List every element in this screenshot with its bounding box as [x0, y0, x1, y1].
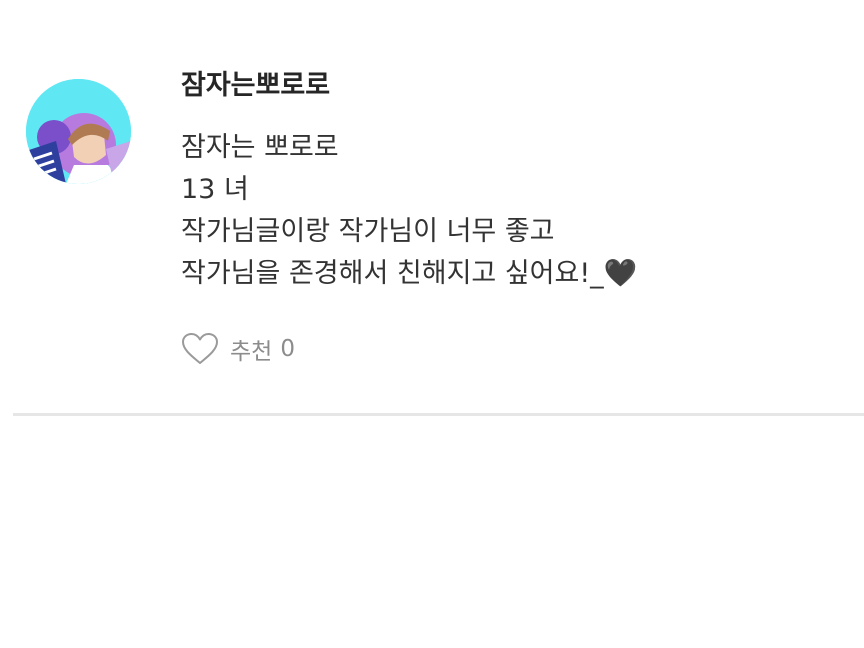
comment-line: 잠자는 뽀로로: [181, 132, 339, 163]
comment-author[interactable]: 잠자는뽀로로: [181, 68, 330, 104]
comment-line: 13 녀: [181, 174, 249, 205]
avatar-image: [26, 79, 131, 184]
comment-line: 작가님글이랑 작가님이 너무 좋고: [181, 216, 555, 247]
like-count: 0: [280, 336, 295, 362]
comment-body: 잠자는 뽀로로 13 녀 작가님글이랑 작가님이 너무 좋고 작가님을 존경해서…: [181, 127, 821, 295]
comment-line: 작가님을 존경해서 친해지고 싶어요!_🖤: [181, 258, 638, 289]
comment-item: 잠자는뽀로로 잠자는 뽀로로 13 녀 작가님글이랑 작가님이 너무 좋고 작가…: [0, 0, 864, 415]
divider: [13, 413, 864, 416]
like-label[interactable]: 추천: [230, 332, 272, 366]
avatar[interactable]: [26, 79, 131, 184]
heart-outline-icon[interactable]: [180, 329, 220, 369]
like-row: 추천 0: [180, 328, 295, 370]
